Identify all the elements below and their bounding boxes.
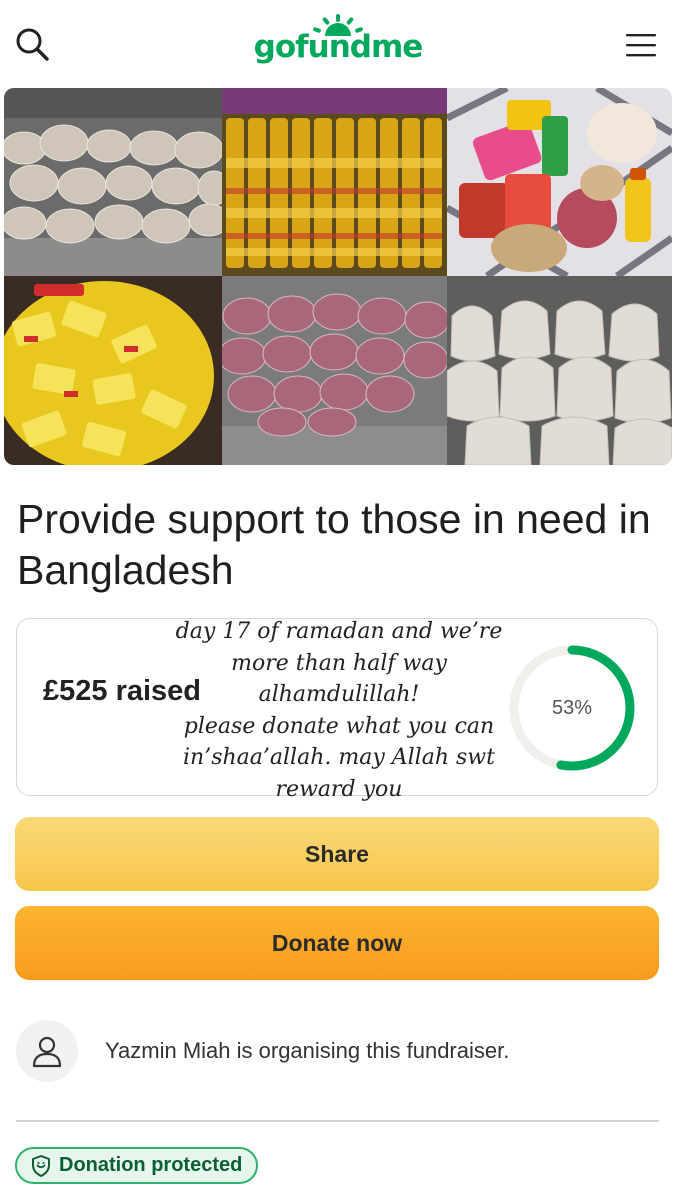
avatar[interactable] [16, 1020, 78, 1082]
progress-percent: 53% [551, 696, 593, 719]
handwritten-note: day 17 of ramadan and we’re more than ha… [169, 616, 509, 805]
photo-bottles-of-cooking-oil[interactable] [222, 88, 447, 276]
search-icon[interactable] [12, 24, 54, 66]
photo-sacks-of-rice[interactable] [447, 276, 672, 465]
progress-card: £525 raised day 17 of ramadan and we’re … [16, 618, 658, 802]
share-button[interactable]: Share [15, 817, 659, 891]
photo-bags-of-potatoes[interactable] [4, 88, 222, 276]
logo-sun-icon [313, 14, 363, 36]
divider [16, 1120, 659, 1122]
photo-yellow-product-packs[interactable] [4, 276, 222, 465]
photo-food-pack-contents[interactable] [447, 88, 672, 276]
user-icon [32, 1036, 62, 1068]
donation-protected-badge[interactable]: Donation protected [15, 1147, 259, 1184]
campaign-photo-gallery[interactable] [4, 88, 672, 465]
note-line: in’shaa’allah. may Allah swt [183, 745, 495, 770]
organiser-row[interactable]: Yazmin Miah is organising this fundraise… [16, 1020, 656, 1082]
donate-now-button[interactable]: Donate now [15, 906, 659, 980]
gofundme-logo[interactable]: gofundme [238, 14, 438, 78]
progress-ring: 53% [505, 641, 639, 775]
organiser-text: Yazmin Miah is organising this fundraise… [105, 1038, 510, 1063]
note-line: more than half way [231, 650, 447, 676]
note-line: alhamdulillah! [258, 682, 420, 707]
badge-label: Donation protected [59, 1154, 243, 1176]
note-line: please donate what you can [183, 713, 495, 739]
note-line: day 17 of ramadan and we’re [175, 619, 503, 644]
note-line: reward you [275, 776, 403, 802]
shield-icon [32, 1154, 50, 1177]
logo-text: gofundme [253, 29, 424, 65]
photo-bags-of-onions[interactable] [222, 276, 447, 465]
campaign-title: Provide support to those in need in Bang… [17, 496, 651, 593]
top-nav: gofundme [0, 0, 675, 88]
hamburger-menu-icon[interactable] [620, 26, 662, 64]
